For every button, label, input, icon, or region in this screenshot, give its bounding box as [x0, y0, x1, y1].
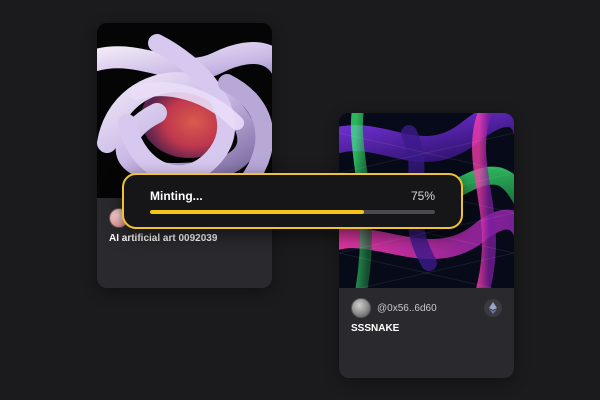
minting-progress-dialog: Minting... 75% — [122, 173, 463, 229]
owner-row: @0x56..6d60 — [351, 298, 502, 318]
nft-artwork-3d-knot — [97, 23, 272, 198]
nft-title[interactable]: SSSNAKE — [351, 323, 502, 334]
nft-card-sssnake[interactable]: @0x56..6d60 SSSNAKE — [339, 113, 514, 378]
ethereum-icon — [484, 299, 502, 317]
minting-label: Minting... — [150, 189, 203, 203]
progress-fill — [150, 210, 364, 214]
nft-title[interactable]: AI artificial art 0092039 — [109, 233, 260, 244]
nft-card-ai-art[interactable]: AI artificial art 0092039 — [97, 23, 272, 288]
progress-track — [150, 210, 435, 214]
minting-percent: 75% — [410, 189, 435, 203]
owner-avatar[interactable] — [351, 298, 371, 318]
owner-handle[interactable]: @0x56..6d60 — [377, 303, 437, 314]
